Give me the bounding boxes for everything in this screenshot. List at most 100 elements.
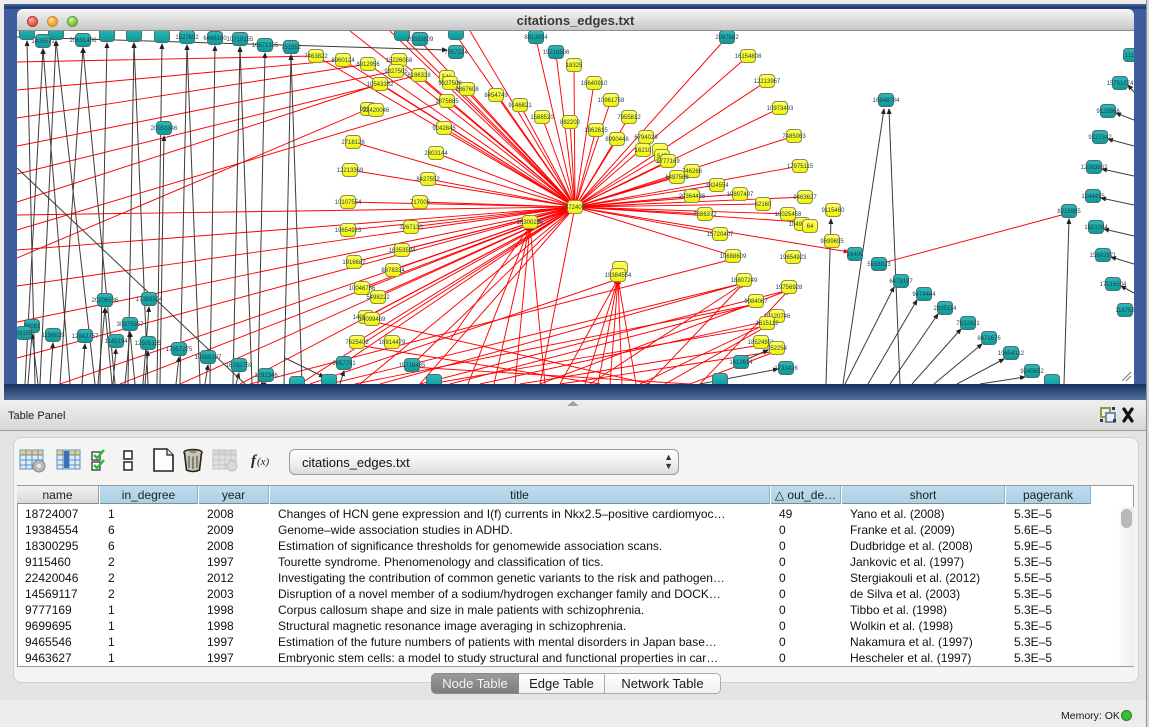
- svg-text:1362615: 1362615: [584, 128, 608, 134]
- svg-text:16671355: 16671355: [252, 43, 279, 49]
- svg-text:18325: 18325: [566, 63, 583, 69]
- svg-text:1413614: 1413614: [729, 360, 753, 366]
- svg-text:18807249: 18807249: [731, 278, 758, 284]
- svg-text:16353594: 16353594: [389, 248, 416, 254]
- svg-text:19756928: 19756928: [776, 285, 803, 291]
- svg-text:(x): (x): [257, 456, 270, 468]
- svg-text:1156829: 1156829: [42, 333, 66, 339]
- svg-text:12093832: 12093832: [1081, 165, 1108, 171]
- svg-text:8454749: 8454749: [484, 93, 508, 99]
- svg-text:3875685: 3875685: [435, 99, 459, 105]
- svg-text:1112: 1112: [1125, 53, 1134, 59]
- svg-text:18300295: 18300295: [517, 220, 544, 226]
- svg-text:10719155: 10719155: [227, 37, 254, 43]
- svg-text:16782759: 16782759: [226, 363, 253, 369]
- svg-text:16154808: 16154808: [735, 54, 762, 60]
- svg-text:39155: 39155: [17, 331, 33, 337]
- svg-text:2718126: 2718126: [341, 140, 365, 146]
- svg-text:9463627: 9463627: [793, 195, 817, 201]
- svg-text:10958107: 10958107: [195, 355, 222, 361]
- svg-text:19384554: 19384554: [605, 273, 632, 279]
- svg-text:64: 64: [807, 224, 814, 230]
- svg-text:1621064: 1621064: [1084, 225, 1108, 231]
- svg-text:15692971: 15692971: [1090, 253, 1117, 259]
- svg-text:16409: 16409: [847, 252, 864, 258]
- svg-text:17975115: 17975115: [787, 164, 814, 170]
- svg-text:1527602: 1527602: [175, 35, 199, 41]
- svg-text:20691406: 20691406: [70, 38, 97, 44]
- svg-text:1733426: 1733426: [774, 366, 798, 372]
- svg-text:10973493: 10973493: [767, 106, 794, 112]
- svg-text:14099469: 14099469: [359, 317, 386, 323]
- svg-text:7625402: 7625402: [345, 340, 369, 346]
- svg-text:3267130: 3267130: [399, 225, 423, 231]
- svg-text:20053346: 20053346: [151, 126, 178, 132]
- svg-text:19654923: 19654923: [335, 228, 362, 234]
- svg-text:9146821: 9146821: [508, 103, 532, 109]
- svg-text:2867608: 2867608: [455, 87, 479, 93]
- svg-text:62160: 62160: [755, 202, 772, 208]
- svg-text:717006: 717006: [410, 200, 431, 206]
- svg-text:1145194: 1145194: [105, 339, 129, 345]
- svg-text:8186328: 8186328: [407, 73, 431, 79]
- svg-text:19218506: 19218506: [543, 50, 570, 56]
- svg-text:7955812: 7955812: [617, 115, 641, 121]
- svg-text:9777169: 9777169: [656, 159, 680, 165]
- svg-text:15226058: 15226058: [386, 58, 413, 64]
- svg-text:1615112: 1615112: [756, 321, 780, 327]
- svg-text:10107554: 10107554: [335, 200, 362, 206]
- svg-text:5498222: 5498222: [366, 295, 390, 301]
- svg-text:1292346: 1292346: [254, 373, 278, 379]
- svg-text:20364436: 20364436: [679, 194, 706, 200]
- svg-text:6497568: 6497568: [665, 175, 689, 181]
- svg-text:18640910: 18640910: [581, 81, 608, 87]
- svg-text:10543382: 10543382: [367, 82, 394, 88]
- svg-text:751552: 751552: [281, 45, 302, 51]
- svg-text:8960124: 8960124: [331, 58, 355, 64]
- svg-text:30975867: 30975867: [117, 322, 144, 328]
- svg-text:252254: 252254: [767, 346, 788, 352]
- svg-text:12505135: 12505135: [135, 341, 162, 347]
- svg-text:1405571: 1405571: [31, 39, 55, 45]
- svg-text:10688609: 10688609: [720, 254, 747, 260]
- svg-text:20206536: 20206536: [92, 298, 119, 304]
- svg-text:17359924: 17359924: [136, 297, 163, 303]
- svg-text:1244415: 1244415: [1081, 194, 1105, 200]
- svg-text:8878334: 8878334: [381, 268, 405, 274]
- svg-text:9699695: 9699695: [820, 239, 844, 245]
- svg-text:15716485: 15716485: [399, 363, 426, 369]
- svg-text:3824554: 3824554: [705, 183, 729, 189]
- svg-text:8471676: 8471676: [977, 336, 1001, 342]
- svg-text:15720407: 15720407: [707, 232, 734, 238]
- svg-text:16033809: 16033809: [407, 37, 434, 43]
- svg-text:16648784: 16648784: [873, 98, 900, 104]
- svg-text:116753: 116753: [1115, 308, 1134, 314]
- svg-text:12942757: 12942757: [72, 334, 99, 340]
- svg-text:19654923: 19654923: [780, 255, 807, 261]
- svg-text:10807487: 10807487: [727, 192, 754, 198]
- svg-text:9227342: 9227342: [1088, 135, 1112, 141]
- svg-text:10654112: 10654112: [998, 351, 1025, 357]
- svg-text:12213369: 12213369: [337, 168, 364, 174]
- svg-text:17957275: 17957275: [166, 347, 193, 353]
- svg-text:7485063: 7485063: [782, 134, 806, 140]
- svg-text:6479197: 6479197: [889, 279, 913, 285]
- svg-text:10961758: 10961758: [598, 98, 625, 104]
- svg-text:8215955: 8215955: [1057, 209, 1081, 215]
- svg-text:15751074: 15751074: [1107, 81, 1134, 87]
- svg-text:9115460: 9115460: [822, 208, 846, 214]
- svg-text:7463822: 7463822: [304, 54, 328, 60]
- svg-text:7386372: 7386372: [693, 212, 717, 218]
- svg-text:6466160: 6466160: [203, 36, 227, 42]
- svg-text:9242845: 9242845: [432, 126, 456, 132]
- svg-text:6794028: 6794028: [634, 135, 658, 141]
- svg-text:16914479: 16914479: [379, 340, 406, 346]
- svg-text:7357224: 7357224: [444, 50, 468, 56]
- svg-text:12213967: 12213967: [754, 79, 781, 85]
- svg-text:8912956: 8912956: [356, 62, 380, 68]
- svg-text:9084067: 9084067: [744, 299, 768, 305]
- svg-text:7632621: 7632621: [956, 321, 980, 327]
- svg-text:2803144: 2803144: [424, 151, 448, 157]
- svg-text:9129966: 9129966: [1096, 109, 1120, 115]
- svg-text:8427552: 8427552: [416, 177, 440, 183]
